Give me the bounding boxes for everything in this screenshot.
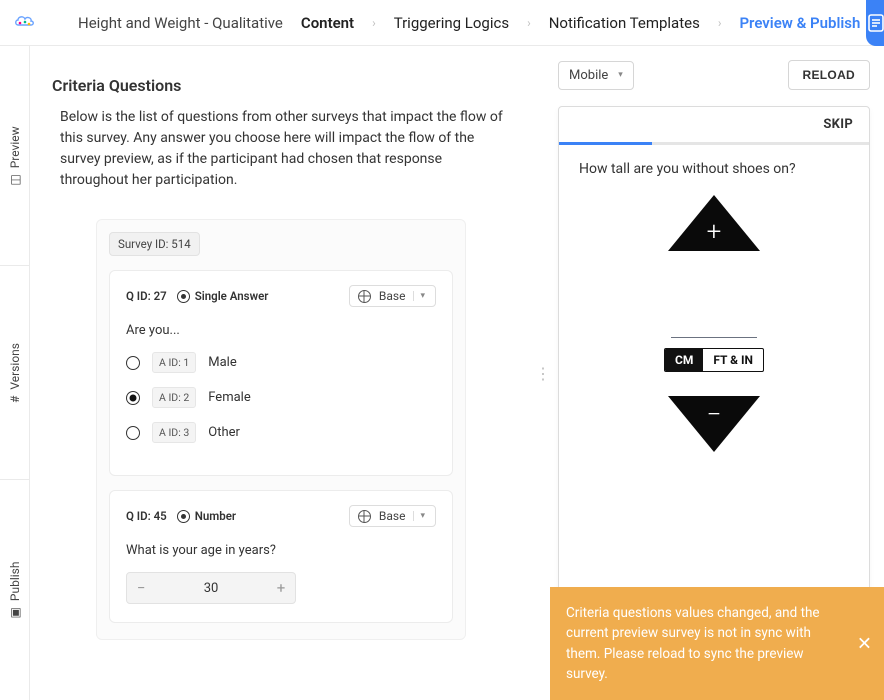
question-type-label: Number bbox=[195, 509, 236, 523]
question-type-label: Single Answer bbox=[195, 289, 269, 303]
versions-rail-icon: # bbox=[8, 395, 22, 402]
tab-notification-templates[interactable]: Notification Templates bbox=[543, 10, 706, 36]
unit-toggle[interactable]: CM FT & IN bbox=[664, 348, 764, 372]
tab-preview-publish[interactable]: Preview & Publish bbox=[733, 10, 866, 36]
globe-icon bbox=[358, 290, 371, 303]
minus-icon: − bbox=[707, 400, 722, 430]
criteria-panel: Criteria Questions Below is the list of … bbox=[30, 46, 540, 700]
tab-content[interactable]: Content bbox=[295, 10, 360, 36]
number-type-icon bbox=[177, 510, 190, 523]
question-type: Single Answer bbox=[177, 289, 269, 303]
preview-rail-icon: ◫ bbox=[8, 174, 22, 185]
criteria-description: Below is the list of questions from othe… bbox=[52, 107, 510, 191]
question-text: What is your age in years? bbox=[126, 543, 436, 558]
language-select[interactable]: Base ▾ bbox=[349, 505, 436, 527]
preview-question-text: How tall are you without shoes on? bbox=[579, 161, 849, 177]
question-id: Q ID: 45 bbox=[126, 509, 167, 523]
decrement-button[interactable]: − bbox=[127, 579, 155, 597]
chevron-down-icon: ▾ bbox=[413, 511, 431, 521]
language-select[interactable]: Base ▾ bbox=[349, 285, 436, 307]
reload-button[interactable]: RELOAD bbox=[788, 60, 870, 90]
side-rail-publish[interactable]: ▣ Publish bbox=[0, 480, 30, 700]
number-value[interactable]: 30 bbox=[155, 581, 267, 596]
answer-label: Male bbox=[208, 355, 236, 370]
value-increment-button[interactable]: + bbox=[668, 195, 760, 251]
sync-warning-toast: Criteria questions values changed, and t… bbox=[550, 587, 884, 700]
unit-ftin-option[interactable]: FT & IN bbox=[703, 349, 763, 371]
toast-close-button[interactable]: ✕ bbox=[857, 630, 872, 657]
answer-id-chip: A ID: 3 bbox=[152, 422, 196, 443]
survey-group: Survey ID: 514 Q ID: 27 Single Answer Ba… bbox=[96, 219, 466, 640]
tab-sep-icon: › bbox=[360, 16, 388, 30]
survey-title: Height and Weight - Qualitative bbox=[78, 14, 283, 32]
header-tabs: Content › Triggering Logics › Notificati… bbox=[295, 10, 866, 36]
answer-radio[interactable] bbox=[126, 356, 140, 370]
answer-row: A ID: 3 Other bbox=[126, 422, 436, 443]
answer-radio[interactable] bbox=[126, 426, 140, 440]
plus-icon: + bbox=[707, 217, 722, 247]
radio-type-icon bbox=[177, 290, 190, 303]
side-rail-preview[interactable]: ◫ Preview bbox=[0, 46, 30, 266]
versions-rail-label: Versions bbox=[8, 343, 22, 390]
value-input-line[interactable] bbox=[671, 337, 757, 338]
language-value: Base bbox=[379, 289, 406, 303]
question-id: Q ID: 27 bbox=[126, 289, 167, 303]
answer-row: A ID: 2 Female bbox=[126, 387, 436, 408]
unit-cm-option[interactable]: CM bbox=[665, 349, 703, 371]
globe-icon bbox=[358, 510, 371, 523]
side-rail-versions[interactable]: # Versions bbox=[0, 266, 30, 480]
tab-triggering-logics[interactable]: Triggering Logics bbox=[388, 10, 515, 36]
survey-id-chip: Survey ID: 514 bbox=[109, 232, 200, 256]
publish-rail-label: Publish bbox=[8, 562, 22, 602]
answer-label: Female bbox=[208, 390, 250, 405]
chevron-down-icon: ▾ bbox=[618, 70, 623, 80]
toast-message: Criteria questions values changed, and t… bbox=[566, 605, 820, 682]
app-header: Height and Weight - Qualitative Content … bbox=[0, 0, 884, 46]
preview-rail-label: Preview bbox=[8, 126, 22, 168]
preview-device: SKIP How tall are you without shoes on? … bbox=[558, 106, 870, 666]
answer-id-chip: A ID: 2 bbox=[152, 387, 196, 408]
increment-button[interactable]: + bbox=[267, 579, 295, 597]
language-value: Base bbox=[379, 509, 406, 523]
app-logo bbox=[12, 10, 36, 36]
question-type: Number bbox=[177, 509, 236, 523]
answer-id-chip: A ID: 1 bbox=[152, 352, 196, 373]
device-select-value: Mobile bbox=[569, 68, 608, 83]
question-text: Are you... bbox=[126, 323, 436, 338]
tab-sep-icon: › bbox=[706, 16, 734, 30]
device-select[interactable]: Mobile ▾ bbox=[558, 61, 634, 90]
tab-sep-icon: › bbox=[515, 16, 543, 30]
criteria-title: Criteria Questions bbox=[52, 76, 510, 95]
answer-row: A ID: 1 Male bbox=[126, 352, 436, 373]
value-decrement-button[interactable]: − bbox=[668, 396, 760, 452]
answer-radio[interactable] bbox=[126, 391, 140, 405]
answer-label: Other bbox=[208, 425, 240, 440]
question-card: Q ID: 27 Single Answer Base ▾ Are you...… bbox=[109, 270, 453, 476]
header-action-button[interactable] bbox=[866, 0, 884, 46]
publish-rail-icon: ▣ bbox=[8, 607, 22, 618]
chevron-down-icon: ▾ bbox=[413, 291, 431, 301]
question-card: Q ID: 45 Number Base ▾ What is your age … bbox=[109, 490, 453, 623]
number-input: − 30 + bbox=[126, 572, 296, 604]
skip-button[interactable]: SKIP bbox=[823, 117, 853, 132]
